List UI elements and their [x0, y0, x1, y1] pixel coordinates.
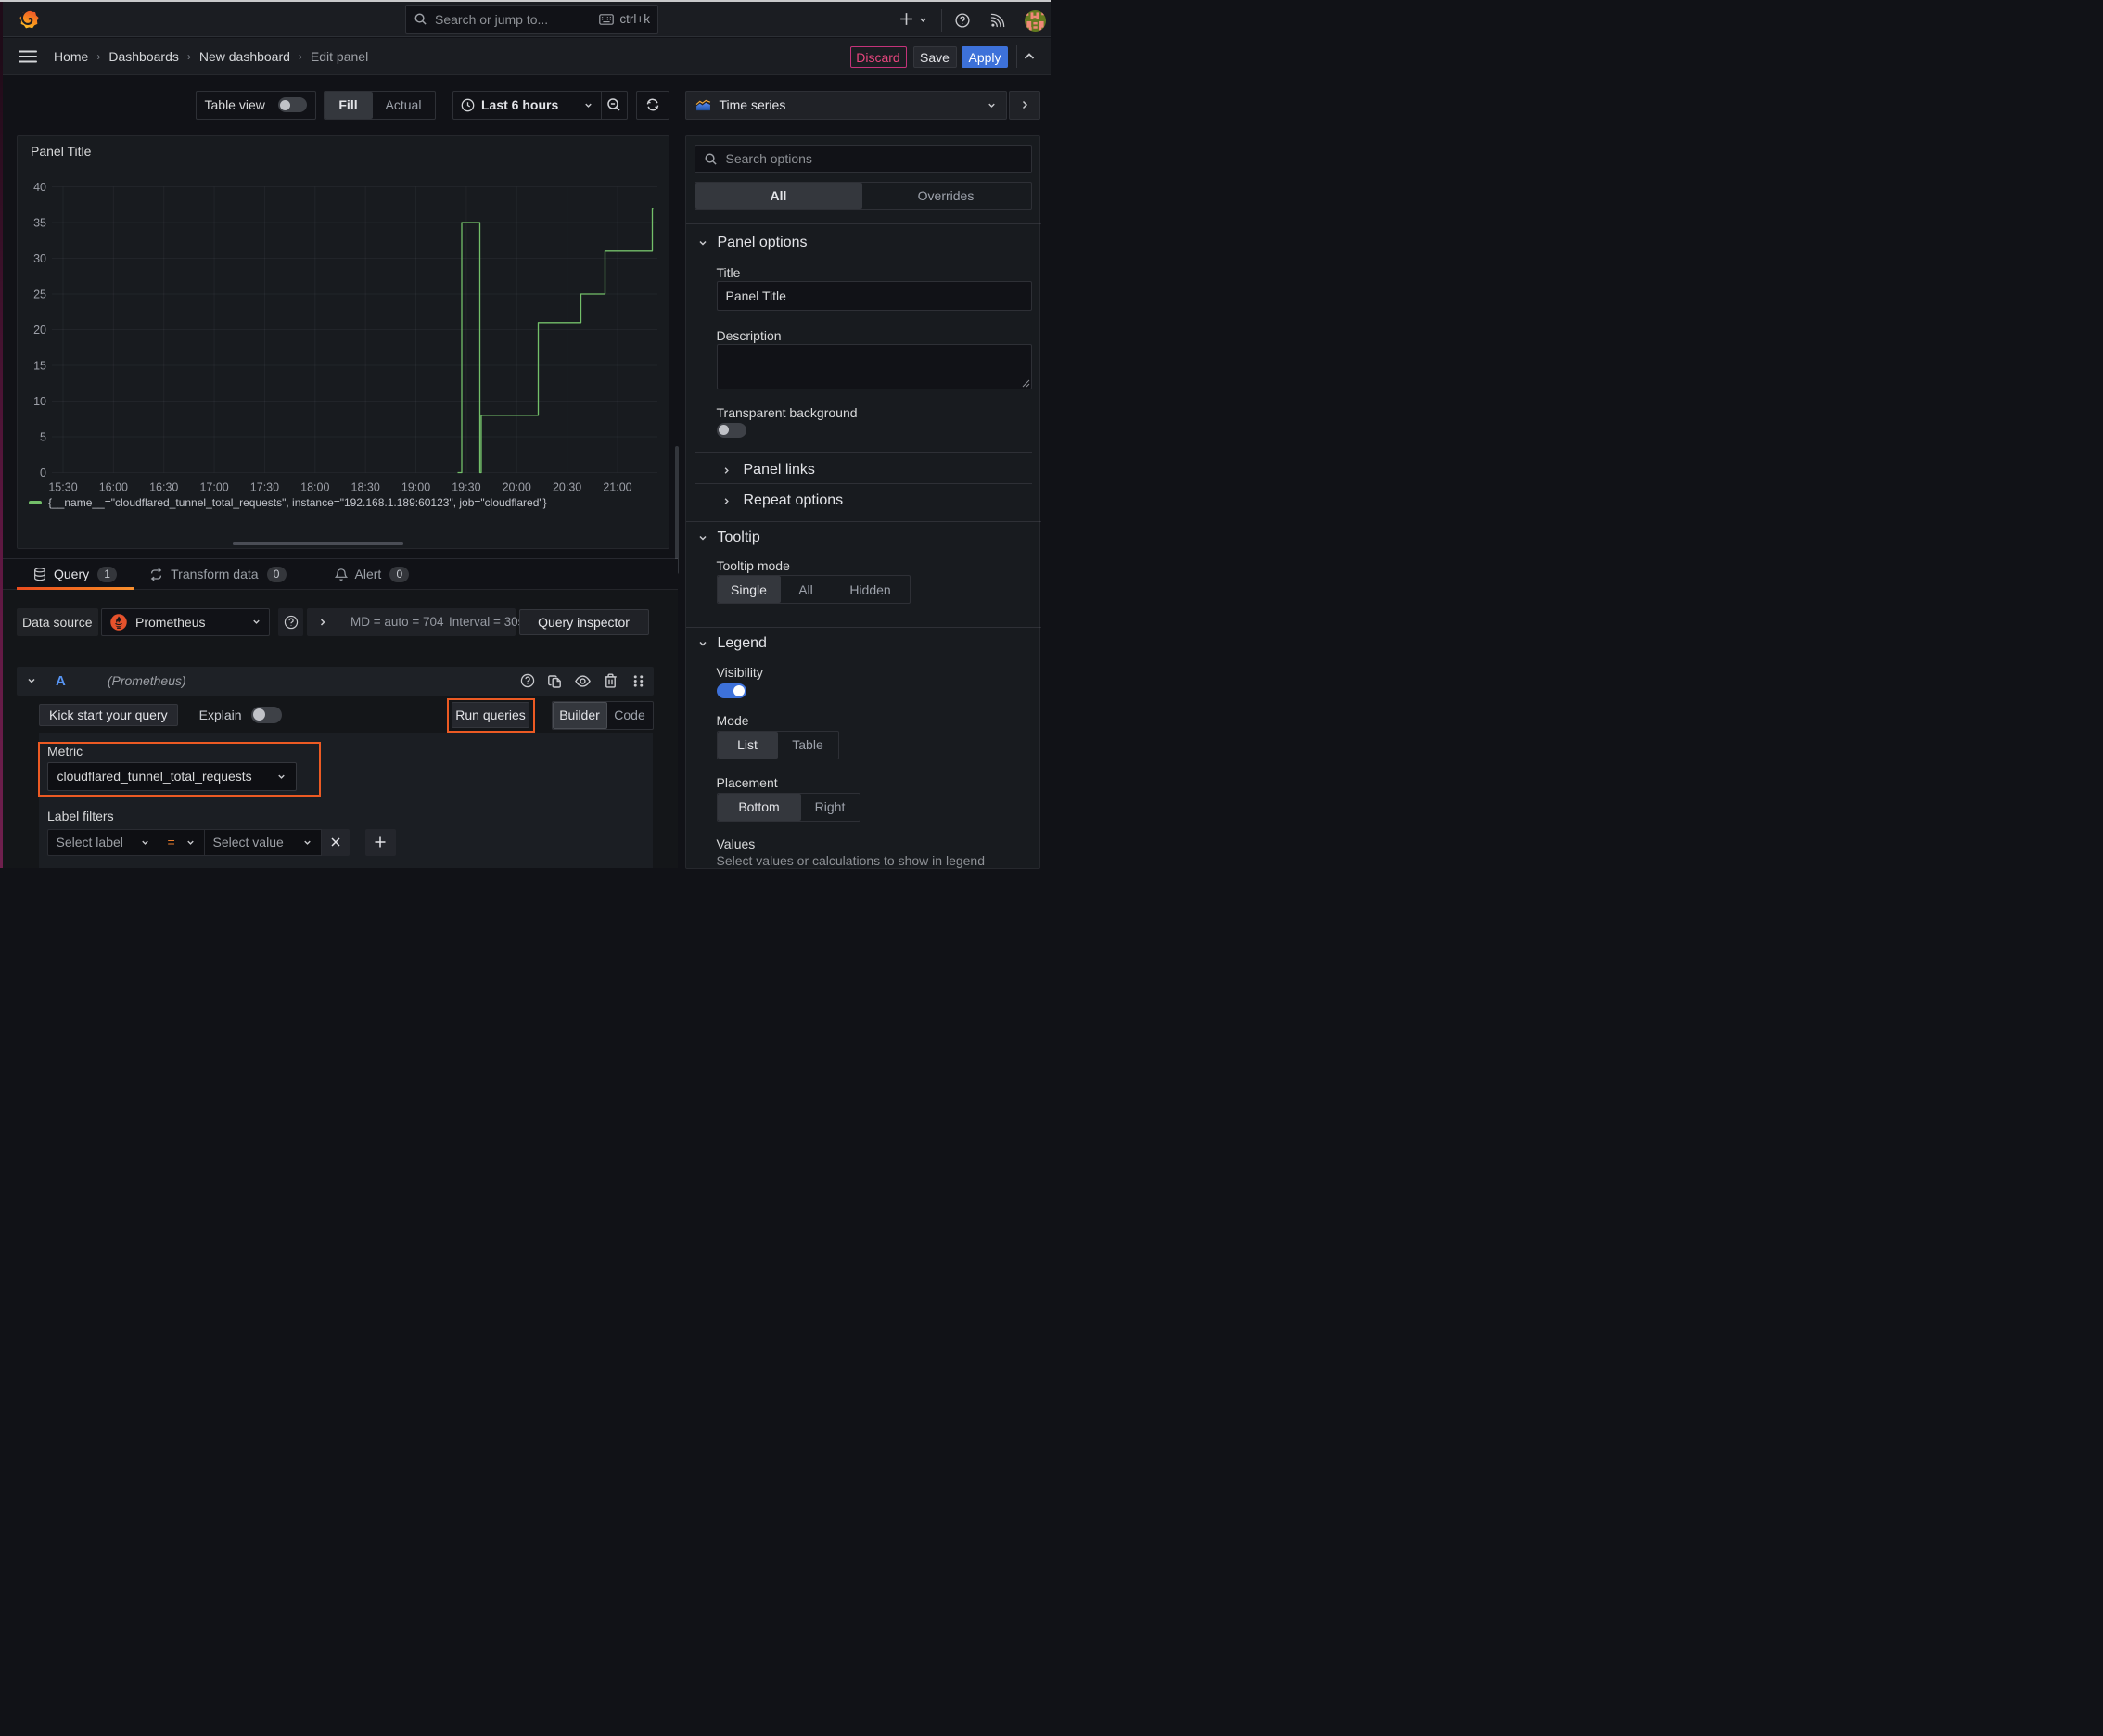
svg-text:16:30: 16:30 — [149, 481, 178, 494]
svg-text:17:00: 17:00 — [199, 481, 228, 494]
svg-text:35: 35 — [33, 217, 46, 230]
svg-text:40: 40 — [33, 181, 46, 194]
svg-text:20: 20 — [33, 324, 46, 337]
svg-text:17:30: 17:30 — [250, 481, 279, 494]
svg-text:19:00: 19:00 — [401, 481, 430, 494]
svg-text:5: 5 — [40, 431, 46, 444]
svg-text:10: 10 — [33, 395, 46, 408]
svg-text:18:00: 18:00 — [300, 481, 329, 494]
svg-text:20:30: 20:30 — [553, 481, 581, 494]
svg-text:30: 30 — [33, 252, 46, 265]
svg-text:0: 0 — [40, 466, 46, 479]
svg-text:15:30: 15:30 — [48, 481, 77, 494]
svg-text:16:00: 16:00 — [99, 481, 128, 494]
svg-text:18:30: 18:30 — [351, 481, 380, 494]
svg-text:20:00: 20:00 — [503, 481, 531, 494]
svg-text:15: 15 — [33, 360, 46, 373]
svg-text:25: 25 — [33, 288, 46, 301]
svg-text:19:30: 19:30 — [452, 481, 480, 494]
svg-text:21:00: 21:00 — [603, 481, 631, 494]
